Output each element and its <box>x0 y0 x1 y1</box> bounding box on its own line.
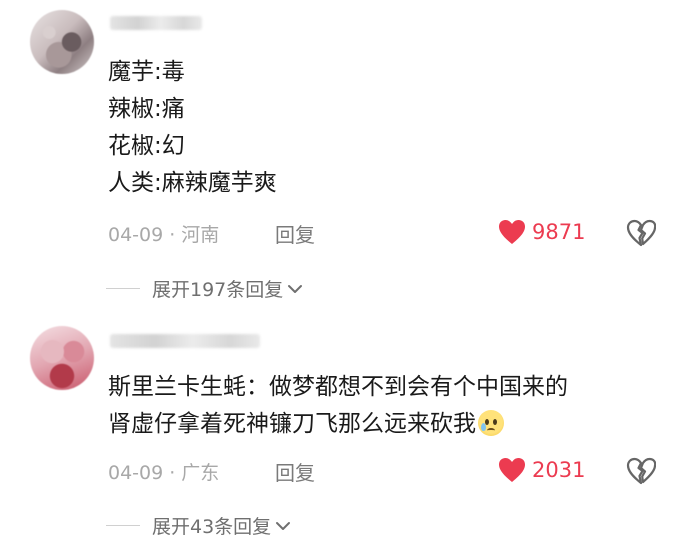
comment-meta: 04-09 · 河南 <box>108 220 219 247</box>
comment-line: 魔芋:毒 <box>108 59 185 85</box>
comment-meta: 04-09 · 广东 <box>108 458 219 485</box>
meta-separator: · <box>169 224 176 246</box>
like-count: 2031 <box>532 458 586 482</box>
meta-separator: · <box>169 462 176 484</box>
broken-heart-icon <box>626 457 657 485</box>
like-count: 9871 <box>532 220 586 244</box>
username-blurred[interactable] <box>110 16 202 30</box>
expand-replies-label: 展开43条回复 <box>152 516 272 538</box>
comment-date: 04-09 <box>108 462 164 484</box>
heart-filled-icon <box>499 220 525 244</box>
comment-line: 花椒:幻 <box>108 133 185 159</box>
like-button[interactable]: 2031 <box>498 457 585 483</box>
broken-heart-icon <box>626 219 657 247</box>
chevron-down-icon <box>276 521 291 530</box>
comment-line-text: 肾虚仔拿着死神镰刀飞那么远来砍我 <box>108 411 476 437</box>
expand-replies-label: 展开197条回复 <box>152 279 284 301</box>
comment-line: 人类:麻辣魔芋爽 <box>108 170 277 196</box>
comment-content: 魔芋:毒 辣椒:痛 花椒:幻 人类:麻辣魔芋爽 <box>108 54 277 202</box>
reply-button[interactable]: 回复 <box>275 457 315 486</box>
avatar[interactable] <box>30 10 94 74</box>
heart-filled-icon <box>499 458 525 482</box>
crying-face-emoji-icon <box>478 410 504 436</box>
expand-replies[interactable]: 展开197条回复 <box>106 275 303 302</box>
comment-line: 肾虚仔拿着死神镰刀飞那么远来砍我 <box>108 406 568 443</box>
comment-content: 斯里兰卡生蚝：做梦都想不到会有个中国来的 肾虚仔拿着死神镰刀飞那么远来砍我 <box>108 369 568 443</box>
dislike-button[interactable] <box>626 219 657 251</box>
divider-line <box>106 525 140 526</box>
chevron-down-icon <box>288 284 303 293</box>
divider-line <box>106 288 140 289</box>
comment-line: 斯里兰卡生蚝：做梦都想不到会有个中国来的 <box>108 374 568 400</box>
like-button[interactable]: 9871 <box>498 219 585 245</box>
comment-location: 广东 <box>181 462 220 484</box>
reply-button[interactable]: 回复 <box>275 219 315 248</box>
comment-date: 04-09 <box>108 224 164 246</box>
comment-location: 河南 <box>181 224 220 246</box>
comment-line: 辣椒:痛 <box>108 96 185 122</box>
expand-replies[interactable]: 展开43条回复 <box>106 512 291 539</box>
dislike-button[interactable] <box>626 457 657 489</box>
username-blurred[interactable] <box>110 334 260 348</box>
avatar[interactable] <box>30 326 94 390</box>
